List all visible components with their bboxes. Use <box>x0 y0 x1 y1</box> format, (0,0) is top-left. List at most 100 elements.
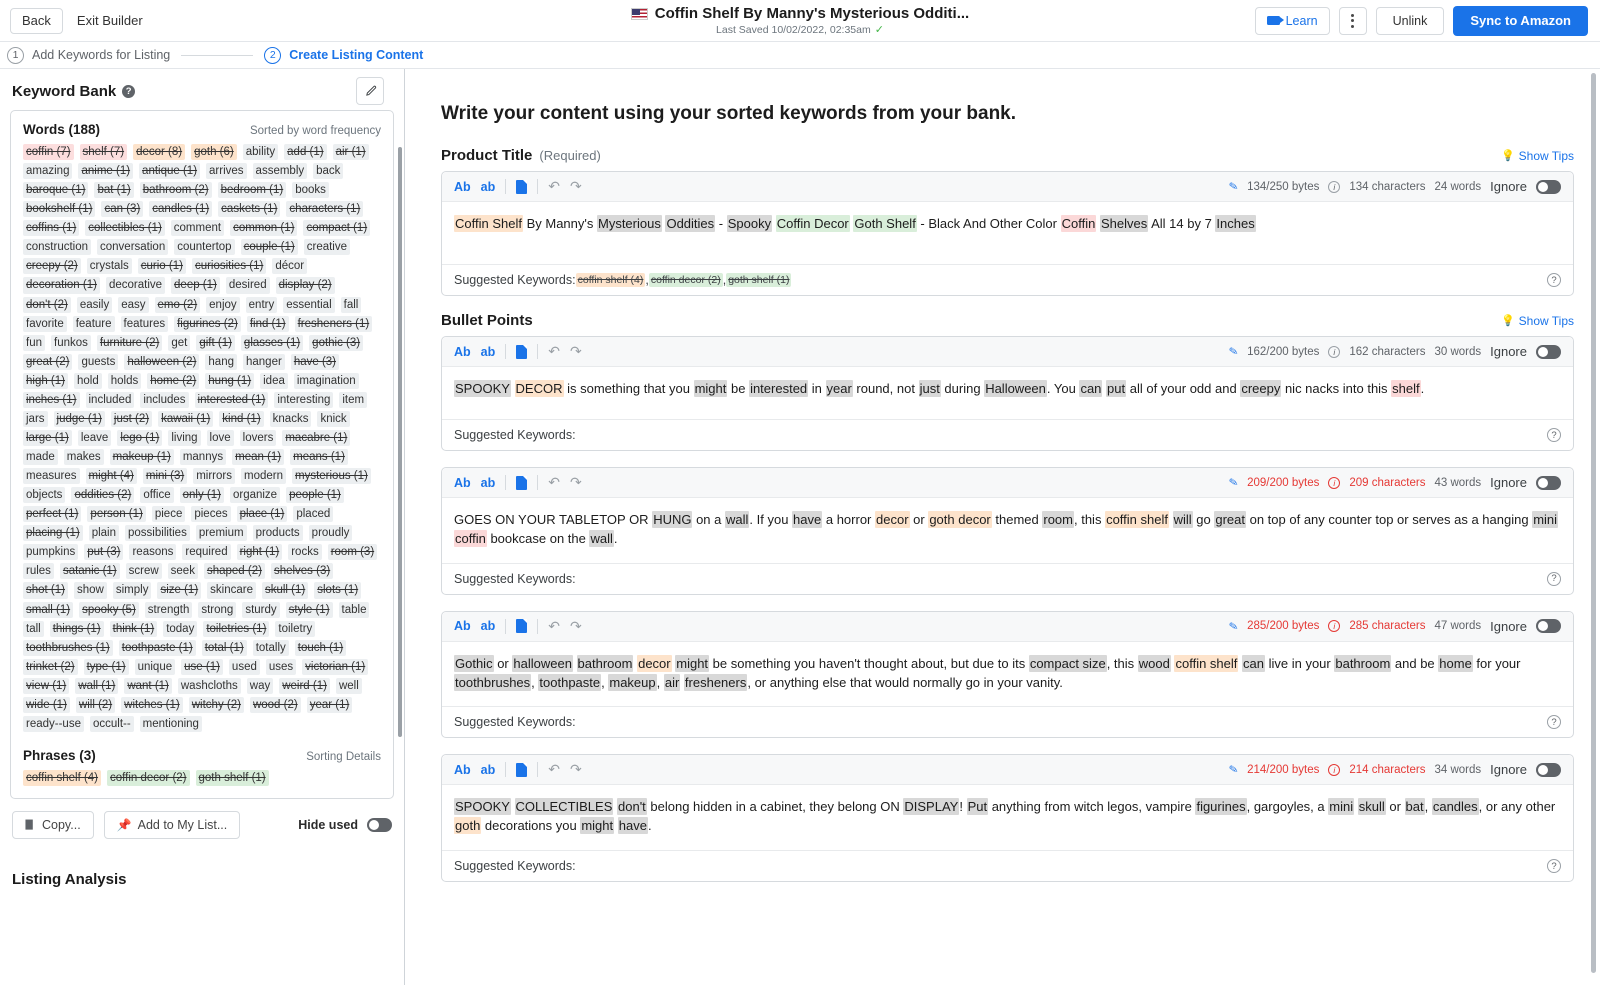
keyword-chip[interactable]: baroque (1) <box>23 182 88 198</box>
keyword-chip[interactable]: knacks <box>270 411 312 427</box>
keyword-chip[interactable]: right (1) <box>237 544 283 560</box>
keyword-chip[interactable]: occult-- <box>90 716 134 732</box>
keyword-chip[interactable]: want (1) <box>124 678 172 694</box>
keyword-chip[interactable]: washcloths <box>178 678 241 694</box>
main-scrollbar[interactable] <box>1591 73 1596 973</box>
keyword-chip[interactable]: lego (1) <box>117 430 162 446</box>
keyword-chip[interactable]: great (2) <box>23 354 72 370</box>
keyword-chip[interactable]: add (1) <box>284 144 326 160</box>
keyword-chip[interactable]: goth shelf (1) <box>196 770 269 786</box>
keyword-chip[interactable]: seek <box>168 563 198 579</box>
keyword-chip[interactable]: easy <box>118 297 148 313</box>
keyword-chip[interactable]: means (1) <box>290 449 348 465</box>
keyword-chip[interactable]: placed <box>293 506 333 522</box>
keyword-chip[interactable]: unique <box>135 659 176 675</box>
keyword-chip[interactable]: deep (1) <box>171 277 220 293</box>
ignore-toggle[interactable] <box>1536 345 1561 359</box>
keyword-chip[interactable]: toiletry <box>275 621 315 637</box>
suggested-keyword-chip[interactable]: goth shelf (1) <box>726 273 791 287</box>
keyword-chip[interactable]: conversation <box>97 239 168 255</box>
keyword-chip[interactable]: put (3) <box>84 544 123 560</box>
keyword-chip[interactable]: organize <box>230 487 280 503</box>
keyword-chip[interactable]: emo (2) <box>155 297 201 313</box>
keyword-chip[interactable]: possibilities <box>125 525 190 541</box>
suggested-keyword-chip[interactable]: coffin decor (2) <box>649 273 723 287</box>
keyword-chip[interactable]: feature <box>73 316 115 332</box>
info-icon[interactable]: i <box>1328 477 1340 489</box>
keyword-chip[interactable]: enjoy <box>206 297 240 313</box>
keyword-chip[interactable]: well <box>336 678 362 694</box>
keyword-chip[interactable]: holds <box>108 373 142 389</box>
keyword-chip[interactable]: makeup (1) <box>110 449 174 465</box>
keyword-chip[interactable]: wood (2) <box>250 697 301 713</box>
keyword-chip[interactable]: shelves (3) <box>271 563 333 579</box>
editor-text-area[interactable]: SPOOKY COLLECTIBLES don't belong hidden … <box>442 785 1573 850</box>
keyword-chip[interactable]: pieces <box>191 506 230 522</box>
keyword-chip[interactable]: size (1) <box>157 582 201 598</box>
keyword-chip[interactable]: love <box>207 430 234 446</box>
keyword-chip[interactable]: rules <box>23 563 54 579</box>
keyword-chip[interactable]: coffin decor (2) <box>107 770 190 786</box>
keyword-chip[interactable]: mentioning <box>140 716 202 732</box>
keyword-chip[interactable]: caskets (1) <box>218 201 280 217</box>
keyword-chip[interactable]: easily <box>77 297 112 313</box>
keyword-chip[interactable]: type (1) <box>84 659 129 675</box>
keyword-chip[interactable]: décor <box>272 258 307 274</box>
hide-used-toggle[interactable] <box>367 818 392 832</box>
keyword-chip[interactable]: oddities (2) <box>71 487 134 503</box>
keyword-chip[interactable]: macabre (1) <box>282 430 350 446</box>
keyword-chip[interactable]: leave <box>78 430 112 446</box>
keyword-chip[interactable]: wide (1) <box>23 697 70 713</box>
info-icon[interactable]: i <box>1328 181 1340 193</box>
uppercase-button[interactable]: Ab <box>454 180 471 194</box>
redo-icon[interactable]: ↷ <box>570 618 582 635</box>
keyword-chip[interactable]: features <box>121 316 169 332</box>
keyword-chip[interactable]: uses <box>266 659 296 675</box>
copy-button[interactable]: Copy... <box>12 811 94 839</box>
keyword-chip[interactable]: plain <box>89 525 119 541</box>
keyword-chip[interactable]: idea <box>260 373 288 389</box>
exit-builder-button[interactable]: Exit Builder <box>77 13 143 28</box>
keyword-chip[interactable]: bookshelf (1) <box>23 201 95 217</box>
keyword-chip[interactable]: collectibles (1) <box>85 220 165 236</box>
keyword-chip[interactable]: candles (1) <box>149 201 212 217</box>
sync-to-amazon-button[interactable]: Sync to Amazon <box>1453 6 1588 36</box>
keyword-chip[interactable]: way <box>247 678 273 694</box>
keyword-chip[interactable]: kawaii (1) <box>158 411 213 427</box>
paste-document-icon[interactable] <box>516 180 527 194</box>
keyword-chip[interactable]: construction <box>23 239 91 255</box>
keyword-chip[interactable]: mirrors <box>193 468 235 484</box>
undo-icon[interactable]: ↶ <box>548 474 560 491</box>
keyword-chip[interactable]: find (1) <box>247 316 289 332</box>
keyword-chip[interactable]: use (1) <box>181 659 223 675</box>
unlink-button[interactable]: Unlink <box>1376 7 1445 35</box>
keyword-chip[interactable]: table <box>339 602 370 618</box>
keyword-chip[interactable]: pumpkins <box>23 544 78 560</box>
keyword-chip[interactable]: furniture (2) <box>97 335 162 351</box>
keyword-chip[interactable]: jars <box>23 411 48 427</box>
keyword-chip[interactable]: halloween (2) <box>124 354 199 370</box>
keyword-chip[interactable]: wall (1) <box>75 678 118 694</box>
keyword-chip[interactable]: crystals <box>87 258 132 274</box>
keyword-chip[interactable]: characters (1) <box>286 201 363 217</box>
keyword-chip[interactable]: person (1) <box>87 506 145 522</box>
keyword-chip[interactable]: lovers <box>240 430 277 446</box>
keyword-chip[interactable]: simply <box>113 582 152 598</box>
ignore-toggle[interactable] <box>1536 180 1561 194</box>
keyword-chip[interactable]: premium <box>196 525 247 541</box>
keyword-chip[interactable]: totally <box>253 640 289 656</box>
keyword-chip[interactable]: high (1) <box>23 373 68 389</box>
uppercase-button[interactable]: Ab <box>454 345 471 359</box>
keyword-chip[interactable]: home (2) <box>147 373 199 389</box>
uppercase-button[interactable]: Ab <box>454 763 471 777</box>
keyword-chip[interactable]: interested (1) <box>195 392 269 408</box>
keyword-chip[interactable]: fun <box>23 335 45 351</box>
keyword-chip[interactable]: includes <box>140 392 188 408</box>
keyword-chip[interactable]: creepy (2) <box>23 258 81 274</box>
keyword-chip[interactable]: hung (1) <box>205 373 254 389</box>
keyword-chip[interactable]: hang <box>205 354 237 370</box>
keyword-chip[interactable]: interesting <box>274 392 333 408</box>
keyword-chip[interactable]: judge (1) <box>54 411 105 427</box>
keyword-chip[interactable]: fall <box>341 297 362 313</box>
lowercase-button[interactable]: ab <box>481 619 496 633</box>
